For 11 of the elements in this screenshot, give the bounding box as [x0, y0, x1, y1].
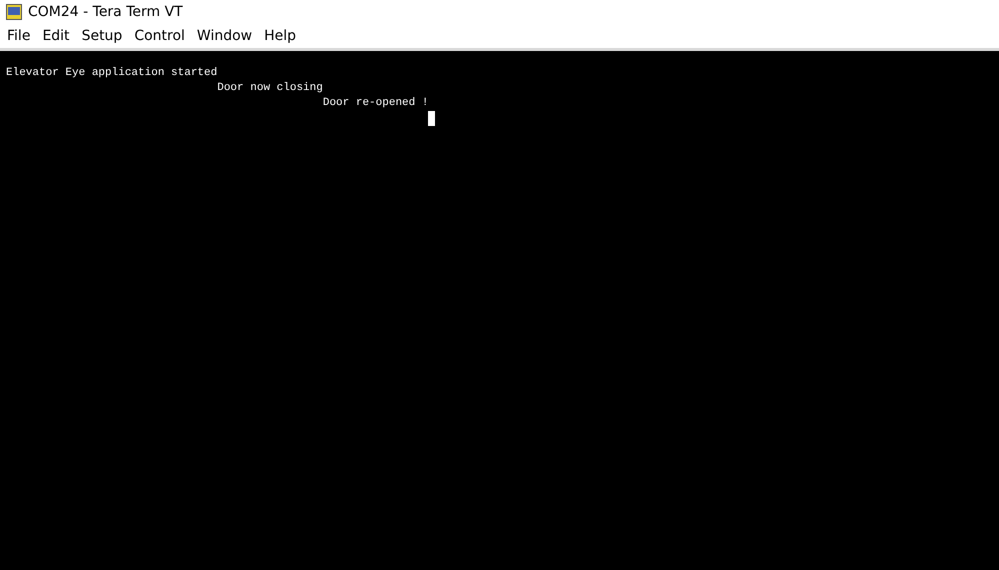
window-title: COM24 - Tera Term VT	[28, 4, 183, 20]
terminal-line: Elevator Eye application started	[6, 66, 218, 81]
terminal-line: Door now closing	[217, 81, 323, 96]
menu-item[interactable]: Help	[258, 28, 302, 44]
menu-item[interactable]: Window	[190, 28, 258, 44]
menu-item[interactable]: File	[1, 28, 36, 44]
menu-item[interactable]: Setup	[76, 28, 128, 44]
app-icon	[6, 4, 22, 20]
menu-item[interactable]: Control	[128, 28, 191, 44]
menu-item[interactable]: Edit	[36, 28, 76, 44]
terminal-line: Door re-opened !	[322, 96, 428, 111]
